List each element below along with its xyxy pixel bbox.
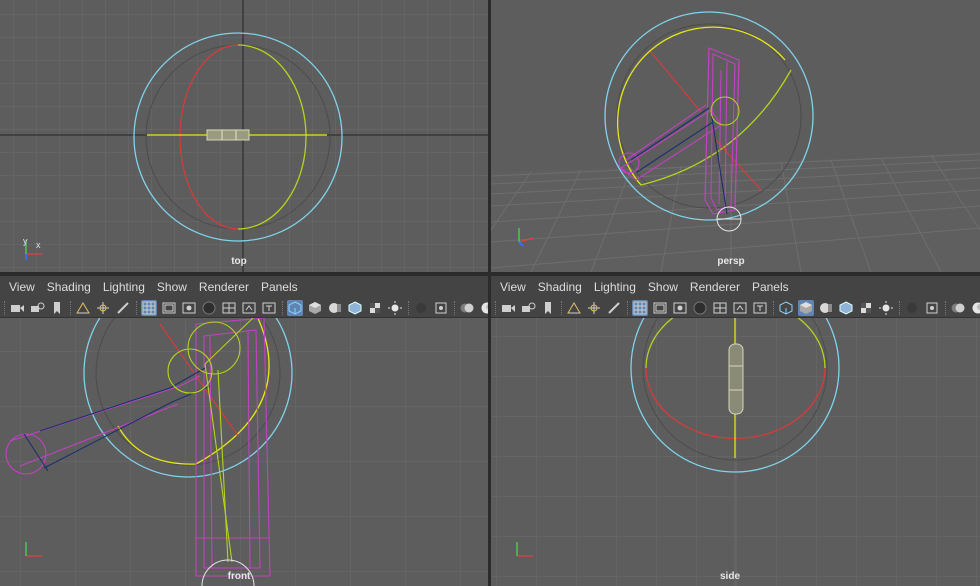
xray-joints-icon[interactable] xyxy=(970,300,980,316)
bookmark-icon[interactable] xyxy=(540,300,556,316)
toolbar-separator xyxy=(945,300,946,315)
smooth-shade-icon[interactable] xyxy=(307,300,323,316)
field-chart-icon[interactable] xyxy=(221,300,237,316)
axis-indicator-front xyxy=(25,542,42,557)
field-chart-icon[interactable] xyxy=(712,300,728,316)
toolbar-separator xyxy=(454,300,455,315)
2d-pan-zoom-icon[interactable] xyxy=(586,300,602,316)
textured-icon[interactable] xyxy=(367,300,383,316)
axis-x-label: x xyxy=(36,240,41,250)
xray-joints-icon[interactable] xyxy=(479,300,488,316)
viewport-label-persp: persp xyxy=(717,256,745,267)
use-all-lights-icon[interactable] xyxy=(387,300,403,316)
toolbar-separator xyxy=(4,300,5,315)
toolbar-separator xyxy=(561,300,562,315)
wireframe-icon[interactable] xyxy=(287,299,303,316)
grid-icon[interactable] xyxy=(632,299,648,316)
viewport-top[interactable]: y x top xyxy=(0,0,488,272)
safe-action-icon[interactable] xyxy=(732,300,748,316)
gate-mask-icon[interactable] xyxy=(201,300,217,316)
toolbar-separator xyxy=(495,300,496,315)
xray-icon[interactable] xyxy=(459,300,475,316)
camera-select-icon[interactable] xyxy=(9,300,25,316)
persp-scene xyxy=(491,0,980,272)
viewport-front[interactable]: front View Shading Lighting Show Renderer Pan… xyxy=(0,276,488,586)
film-gate-icon[interactable] xyxy=(652,300,668,316)
camera-select-icon[interactable] xyxy=(500,300,516,316)
use-all-lights-icon[interactable] xyxy=(878,300,894,316)
menu-lighting[interactable]: Lighting xyxy=(594,280,636,294)
isolate-select-icon[interactable] xyxy=(433,300,449,316)
toolbar-separator xyxy=(136,300,137,315)
front-panel-menubar: View Shading Lighting Show Renderer Panels xyxy=(0,276,488,298)
image-plane-icon[interactable] xyxy=(75,300,91,316)
smooth-shade-icon[interactable] xyxy=(798,299,814,316)
grid-icon[interactable] xyxy=(141,299,157,316)
menu-show[interactable]: Show xyxy=(648,280,678,294)
viewport-persp[interactable]: persp xyxy=(491,0,980,272)
toolbar-separator xyxy=(773,300,774,315)
viewport-label-front: front xyxy=(227,571,251,582)
resolution-gate-icon[interactable] xyxy=(672,300,688,316)
perspective-grid xyxy=(491,152,980,272)
bookmark-icon[interactable] xyxy=(49,300,65,316)
axis-indicator-side xyxy=(516,542,533,557)
side-panel-toolbar xyxy=(491,298,980,318)
safe-title-icon[interactable] xyxy=(752,300,768,316)
toolbar-separator xyxy=(899,300,900,315)
axis-y-label: y xyxy=(23,236,28,246)
viewport-label-side: side xyxy=(719,571,741,582)
camera-attributes-icon[interactable] xyxy=(520,300,536,316)
default-material-icon[interactable] xyxy=(818,300,834,316)
safe-title-icon[interactable] xyxy=(261,300,277,316)
menu-renderer[interactable]: Renderer xyxy=(199,280,249,294)
menu-lighting[interactable]: Lighting xyxy=(103,280,145,294)
wireframe-icon[interactable] xyxy=(778,300,794,316)
gate-mask-icon[interactable] xyxy=(692,300,708,316)
viewport-side[interactable]: side View Shading Lighting Show Renderer Pane… xyxy=(491,276,980,586)
grease-pencil-icon[interactable] xyxy=(115,300,131,316)
joint-chain[interactable] xyxy=(206,129,250,141)
toolbar-separator xyxy=(282,300,283,315)
textured-icon[interactable] xyxy=(858,300,874,316)
front-panel-toolbar xyxy=(0,298,488,318)
shadows-icon[interactable] xyxy=(413,300,429,316)
toolbar-separator xyxy=(70,300,71,315)
menu-panels[interactable]: Panels xyxy=(261,280,298,294)
safe-action-icon[interactable] xyxy=(241,300,257,316)
xray-icon[interactable] xyxy=(950,300,966,316)
2d-pan-zoom-icon[interactable] xyxy=(95,300,111,316)
menu-shading[interactable]: Shading xyxy=(47,280,91,294)
wireframe-on-shaded-icon[interactable] xyxy=(838,300,854,316)
top-scene xyxy=(0,0,488,272)
resolution-gate-icon[interactable] xyxy=(181,300,197,316)
film-gate-icon[interactable] xyxy=(161,300,177,316)
menu-renderer[interactable]: Renderer xyxy=(690,280,740,294)
image-plane-icon[interactable] xyxy=(566,300,582,316)
menu-view[interactable]: View xyxy=(500,280,526,294)
toolbar-separator xyxy=(627,300,628,315)
viewport-divider-vertical[interactable] xyxy=(488,0,491,586)
camera-attributes-icon[interactable] xyxy=(29,300,45,316)
joint-chain-side[interactable] xyxy=(728,343,744,415)
isolate-select-icon[interactable] xyxy=(924,300,940,316)
side-scene xyxy=(491,276,980,586)
viewport-label-top: top xyxy=(231,256,247,267)
wireframe-on-shaded-icon[interactable] xyxy=(347,300,363,316)
default-material-icon[interactable] xyxy=(327,300,343,316)
viewport-divider-horizontal[interactable] xyxy=(0,272,980,276)
grease-pencil-icon[interactable] xyxy=(606,300,622,316)
axis-indicator-persp xyxy=(518,228,534,247)
menu-panels[interactable]: Panels xyxy=(752,280,789,294)
side-panel-menubar: View Shading Lighting Show Renderer Panels xyxy=(491,276,980,298)
menu-view[interactable]: View xyxy=(9,280,35,294)
menu-show[interactable]: Show xyxy=(157,280,187,294)
toolbar-separator xyxy=(408,300,409,315)
shadows-icon[interactable] xyxy=(904,300,920,316)
front-scene xyxy=(0,276,488,586)
menu-shading[interactable]: Shading xyxy=(538,280,582,294)
